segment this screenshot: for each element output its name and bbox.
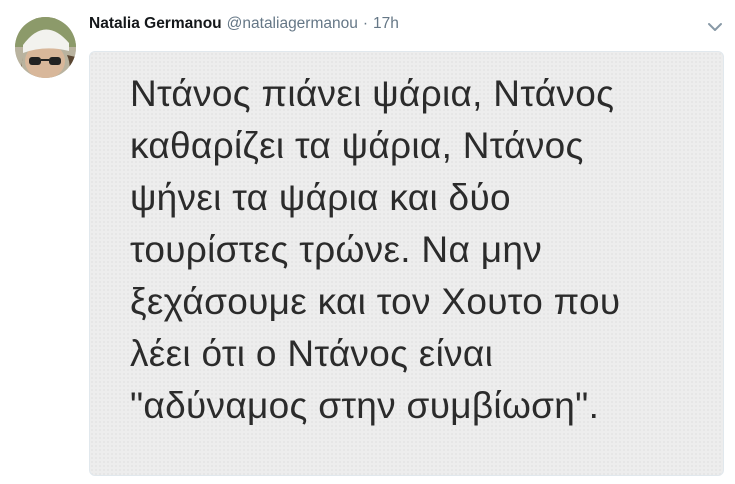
media-text-line: τουρίστες τρώνε. Να μην <box>130 229 543 270</box>
author-name[interactable]: Natalia Germanou <box>89 15 222 33</box>
media-text-line: ξεχάσουμε και τον Χουτο που <box>130 281 621 322</box>
media-text: Ντάνος πιάνει ψάρια, Ντάνος καθαρίζει τα… <box>130 68 700 432</box>
media-text-line: ψήνει τα ψάρια και δύο <box>130 177 511 218</box>
chevron-down-icon[interactable] <box>707 20 723 32</box>
avatar-image <box>15 17 76 78</box>
media-text-line: "αδύναμος στην συμβίωση". <box>130 385 600 426</box>
author-handle[interactable]: @nataliagermanou <box>227 15 358 33</box>
tweet: Natalia Germanou @nataliagermanou · 17h … <box>0 0 735 484</box>
media-text-line: καθαρίζει τα ψάρια, Ντάνος <box>130 125 584 166</box>
media-text-line: λέει ότι ο Ντάνος είναι <box>130 333 494 374</box>
timestamp[interactable]: 17h <box>373 15 399 33</box>
tweet-media-image[interactable]: Ντάνος πιάνει ψάρια, Ντάνος καθαρίζει τα… <box>89 51 724 476</box>
separator: · <box>362 15 369 32</box>
avatar[interactable] <box>15 17 76 78</box>
tweet-header: Natalia Germanou @nataliagermanou · 17h <box>89 15 399 37</box>
media-text-line: Ντάνος πιάνει ψάρια, Ντάνος <box>130 73 615 114</box>
